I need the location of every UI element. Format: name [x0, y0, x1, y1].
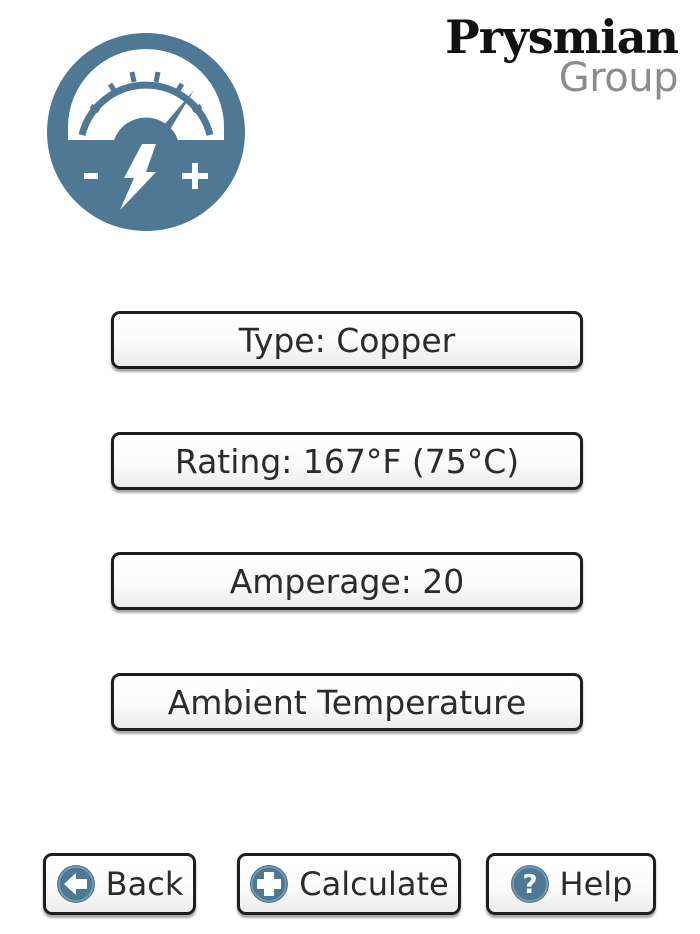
plus-icon: [249, 864, 289, 904]
gauge-icon: [46, 32, 246, 232]
amperage-button[interactable]: Amperage: 20: [111, 552, 583, 610]
rating-button[interactable]: Rating: 167°F (75°C): [111, 432, 583, 490]
type-button-label: Type: Copper: [238, 320, 456, 360]
logo-brand-text: Prysmian: [445, 10, 679, 64]
calculate-button-label: Calculate: [299, 865, 449, 903]
svg-text:?: ?: [522, 870, 537, 900]
back-button-label: Back: [105, 865, 184, 903]
rating-button-label: Rating: 167°F (75°C): [174, 441, 520, 481]
prysmian-logo: Prysmian Group: [445, 10, 679, 101]
back-button[interactable]: Back: [43, 853, 196, 915]
amperage-button-label: Amperage: 20: [229, 561, 465, 601]
help-button-label: Help: [559, 865, 633, 903]
calculate-button[interactable]: Calculate: [237, 853, 461, 915]
help-button[interactable]: ? Help: [486, 853, 656, 915]
ambient-temperature-button-label: Ambient Temperature: [167, 682, 527, 722]
ambient-temperature-button[interactable]: Ambient Temperature: [111, 673, 583, 731]
arrow-left-icon: [56, 864, 96, 904]
type-button[interactable]: Type: Copper: [111, 311, 583, 369]
logo-group-text: Group: [558, 55, 679, 101]
question-icon: ?: [510, 864, 550, 904]
